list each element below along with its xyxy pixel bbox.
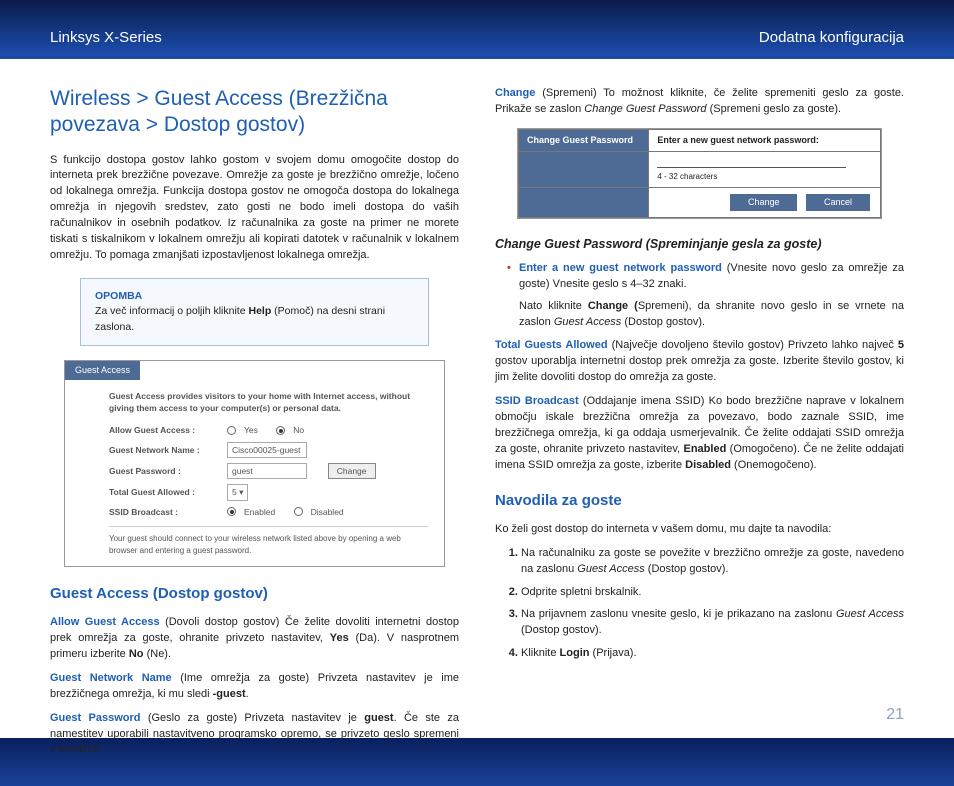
ss-row-name: Guest Network Name : Cisco00025-guest [109, 442, 428, 458]
note-text: Za več informacij o poljih kliknite Help… [95, 304, 414, 334]
cgp-input-cell: 4 - 32 characters [649, 151, 881, 187]
ss-row-allow: Allow Guest Access : Yes No [109, 424, 428, 436]
cgp-change-button[interactable]: Change [730, 194, 798, 211]
bullet-enter-password: Enter a new guest network password (Vnes… [507, 261, 904, 293]
intro-paragraph: S funkcijo dostopa gostov lahko gostom v… [50, 153, 459, 265]
guest-access-screenshot: Guest Access Guest Access provides visit… [64, 360, 445, 567]
para-password: Guest Password (Geslo za goste) Privzeta… [50, 711, 459, 759]
para-allow: Allow Guest Access (Dovoli dostop gostov… [50, 615, 459, 663]
bullet-sub: Nato kliknite Change (Spremeni), da shra… [495, 299, 904, 331]
radio-no[interactable] [276, 426, 285, 435]
ss-footer: Your guest should connect to your wirele… [109, 533, 428, 556]
instructions-title: Navodila za goste [495, 490, 904, 512]
ss-row-total: Total Guest Allowed : 5 ▾ [109, 484, 428, 500]
ss-tab-label: Guest Access [65, 361, 140, 380]
note-label: OPOMBA [95, 289, 414, 304]
main-heading: Wireless > Guest Access (Brezžična povez… [50, 86, 459, 139]
ss-pass-input[interactable]: guest [227, 463, 307, 479]
radio-disabled[interactable] [294, 507, 303, 516]
para-name: Guest Network Name (Ime omrežja za goste… [50, 671, 459, 703]
cgp-cancel-button[interactable]: Cancel [806, 194, 870, 211]
page-header: Linksys X-Series Dodatna konfiguracija [0, 0, 954, 56]
ss-row-pass: Guest Password : guest Change [109, 463, 428, 479]
page-body: Wireless > Guest Access (Brezžična povez… [0, 56, 954, 786]
header-right: Dodatna konfiguracija [759, 29, 904, 46]
radio-enabled[interactable] [227, 507, 236, 516]
para-total-guests: Total Guests Allowed (Največje dovoljeno… [495, 338, 904, 386]
page-number: 21 [886, 706, 904, 724]
step-4: Kliknite Login (Prijava). [521, 646, 904, 662]
step-3: Na prijavnem zaslonu vnesite geslo, ki j… [521, 607, 904, 639]
para-ssid-broadcast: SSID Broadcast (Oddajanje imena SSID) Ko… [495, 394, 904, 474]
note-box: OPOMBA Za več informacij o poljih klikni… [80, 278, 429, 346]
change-password-screenshot: Change Guest Password Enter a new guest … [517, 128, 882, 219]
instructions-intro: Ko želi gost dostop do interneta v vašem… [495, 522, 904, 538]
guest-access-subtitle: Guest Access (Dostop gostov) [50, 583, 459, 605]
radio-yes[interactable] [227, 426, 236, 435]
step-2: Odprite spletni brskalnik. [521, 585, 904, 601]
step-1: Na računalniku za goste se povežite v br… [521, 546, 904, 578]
left-column: Wireless > Guest Access (Brezžična povez… [50, 86, 459, 766]
cgp-password-input[interactable] [657, 156, 846, 168]
para-change: Change (Spremeni) To možnost kliknite, č… [495, 86, 904, 118]
ss-intro: Guest Access provides visitors to your h… [109, 390, 428, 415]
header-left: Linksys X-Series [50, 29, 162, 46]
cgp-prompt: Enter a new guest network password: [649, 129, 881, 151]
ss-row-ssid: SSID Broadcast : Enabled Disabled [109, 506, 428, 518]
ss-name-input[interactable]: Cisco00025-guest [227, 442, 307, 458]
change-password-subtitle: Change Guest Password (Spreminjanje gesl… [495, 235, 904, 253]
instructions-list: Na računalniku za goste se povežite v br… [495, 546, 904, 663]
cgp-title: Change Guest Password [519, 129, 649, 151]
right-column: Change (Spremeni) To možnost kliknite, č… [495, 86, 904, 766]
ss-total-select[interactable]: 5 ▾ [227, 484, 248, 500]
ss-change-button[interactable]: Change [328, 463, 376, 479]
